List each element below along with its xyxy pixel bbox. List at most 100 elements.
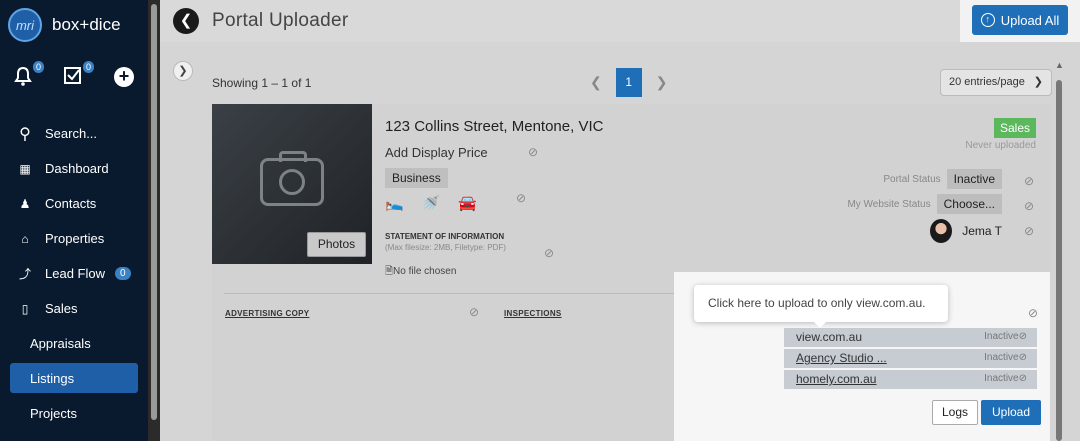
- car-icon: 🚘: [458, 195, 478, 212]
- sidebar-item-sales[interactable]: ▯ Sales: [0, 291, 148, 326]
- file-icon: 🗎: [385, 266, 394, 277]
- upload-all-container: ↑ Upload All: [960, 0, 1080, 42]
- sidebar-item-label: Projects: [30, 406, 77, 421]
- upload-all-button[interactable]: ↑ Upload All: [972, 5, 1068, 35]
- bell-icon: [14, 66, 32, 86]
- property-features: 🛌 🚿 🚘: [385, 194, 477, 212]
- statement-of-information-note: (Max filesize: 2MB, Filetype: PDF): [385, 243, 506, 252]
- avatar: [930, 219, 953, 243]
- page-number-button[interactable]: 1: [615, 68, 642, 97]
- portal-name: Agency Studio ...: [796, 351, 887, 365]
- portal-row-agency-studio[interactable]: Agency Studio ... Inactive⊘: [784, 349, 1037, 368]
- prev-page-button[interactable]: ❮: [590, 74, 602, 91]
- portal-status-row: Portal Status Inactive: [883, 169, 1002, 189]
- photos-button[interactable]: Photos: [307, 232, 366, 257]
- portal-row-view[interactable]: view.com.au Inactive⊘: [784, 328, 1037, 347]
- category-tag: Business: [385, 168, 448, 188]
- sidebar-item-properties[interactable]: ⌂ Properties: [0, 221, 148, 256]
- checklist-icon: [64, 67, 81, 84]
- sidebar-item-label: Sales: [45, 301, 78, 316]
- not-allowed-icon: ⊘: [528, 145, 539, 159]
- sidebar-item-projects[interactable]: Projects: [0, 396, 148, 431]
- portal-status-label: Portal Status: [883, 173, 941, 185]
- agent-info: Jema T: [930, 219, 1002, 243]
- not-allowed-icon: ⊘: [516, 191, 527, 205]
- expand-sidebar-button[interactable]: ❯: [173, 61, 193, 81]
- portal-name: homely.com.au: [796, 372, 877, 386]
- page-header: ❮ Portal Uploader ↑ Upload All: [160, 0, 1080, 42]
- sidebar-item-lead-flow[interactable]: ⤴ Lead Flow 0: [0, 256, 148, 291]
- statement-of-information-title: STATEMENT OF INFORMATION: [385, 232, 505, 241]
- scroll-up-arrow-icon[interactable]: ▲: [1055, 60, 1064, 70]
- not-allowed-icon: ⊘: [1018, 373, 1027, 384]
- brand-logo[interactable]: mri box+dice: [8, 8, 121, 42]
- not-allowed-icon: ⊘: [1023, 174, 1034, 188]
- camera-icon: [260, 151, 324, 206]
- sidebar-item-label: Search...: [45, 126, 98, 141]
- portal-name: view.com.au: [796, 330, 863, 344]
- sidebar-item-label: Dashboard: [45, 161, 109, 176]
- website-status-select[interactable]: Choose...: [936, 194, 1002, 214]
- portal-row-status: Inactive⊘: [984, 331, 1027, 342]
- dashboard-grid-icon: ▦: [19, 161, 31, 176]
- entries-per-page-select[interactable]: 20 entries/page ❯: [940, 69, 1052, 96]
- brand-name: box+dice: [52, 15, 121, 34]
- upload-button[interactable]: Upload: [981, 400, 1041, 425]
- chevron-right-icon: ❯: [178, 65, 188, 77]
- back-button[interactable]: ❮: [173, 8, 199, 34]
- person-icon: ♟: [19, 196, 31, 211]
- website-status-row: My Website Status Choose...: [847, 194, 1002, 214]
- chevron-left-icon: ❮: [179, 12, 193, 29]
- file-chooser[interactable]: 🗎No file chosen: [385, 264, 456, 281]
- not-allowed-icon: ⊘: [1023, 199, 1034, 213]
- lead-flow-icon: ⤴: [18, 267, 31, 281]
- sidebar-item-label: Contacts: [45, 196, 97, 211]
- page-title: Portal Uploader: [212, 10, 349, 31]
- bed-icon: 🛌: [385, 195, 404, 212]
- sidebar-item-contacts[interactable]: ♟ Contacts: [0, 186, 148, 221]
- not-allowed-icon: ⊘: [469, 305, 480, 319]
- inspections-link[interactable]: INSPECTIONS: [504, 309, 562, 318]
- sidebar-item-label: Lead Flow: [45, 266, 105, 281]
- agent-name: Jema T: [962, 224, 1002, 238]
- main-scroll-thumb[interactable]: [1056, 80, 1062, 441]
- sidebar-nav: ⚲ Search... ▦ Dashboard ♟ Contacts ⌂ Pro…: [0, 116, 148, 431]
- lead-flow-count-badge: 0: [114, 267, 131, 280]
- logs-button[interactable]: Logs: [932, 400, 978, 425]
- not-allowed-icon: ⊘: [1018, 331, 1027, 342]
- notifications-button[interactable]: 0: [14, 61, 44, 88]
- upload-tooltip: Click here to upload to only view.com.au…: [694, 285, 948, 328]
- sidebar-scroll-thumb[interactable]: [151, 4, 157, 420]
- sidebar-item-search[interactable]: ⚲ Search...: [0, 116, 148, 151]
- shower-icon: 🚿: [421, 195, 441, 212]
- sidebar: mri box+dice 0 0 + ⚲ Search... ▦ Dashboa…: [0, 0, 148, 441]
- sidebar-item-appraisals[interactable]: Appraisals: [0, 326, 148, 361]
- quick-actions: 0 0 +: [14, 61, 134, 88]
- sign-icon: ▯: [21, 301, 29, 316]
- not-allowed-icon: ⊘: [1018, 352, 1027, 363]
- portal-status-select[interactable]: Inactive: [946, 169, 1002, 189]
- notifications-count-badge: 0: [32, 61, 44, 73]
- portal-row-homely[interactable]: homely.com.au Inactive⊘: [784, 370, 1037, 389]
- add-display-price-link[interactable]: Add Display Price: [385, 145, 488, 160]
- sidebar-item-listings[interactable]: Listings: [10, 363, 138, 393]
- logo-mark-icon: mri: [8, 8, 42, 42]
- sidebar-scrollbar[interactable]: [148, 0, 160, 441]
- not-allowed-icon: ⊘: [1028, 306, 1039, 320]
- plus-icon: +: [118, 66, 130, 86]
- pagination: ❮ 1 ❯: [590, 68, 667, 97]
- file-status: No file chosen: [393, 266, 457, 277]
- sidebar-item-label: Listings: [30, 370, 75, 386]
- search-icon: ⚲: [19, 125, 31, 143]
- listing-card: Photos 123 Collins Street, Mentone, VIC …: [212, 104, 1050, 441]
- add-new-button[interactable]: +: [114, 67, 134, 87]
- sales-type-badge: Sales: [993, 118, 1036, 138]
- advertising-copy-link[interactable]: ADVERTISING COPY: [225, 309, 309, 318]
- sidebar-item-dashboard[interactable]: ▦ Dashboard: [0, 151, 148, 186]
- next-page-button[interactable]: ❯: [656, 74, 668, 91]
- tasks-button[interactable]: 0: [64, 61, 94, 88]
- results-count: Showing 1 – 1 of 1: [212, 76, 312, 90]
- not-allowed-icon: ⊘: [544, 246, 555, 260]
- main-scrollbar[interactable]: ▲: [1053, 60, 1065, 441]
- upload-state: Never uploaded: [965, 140, 1036, 151]
